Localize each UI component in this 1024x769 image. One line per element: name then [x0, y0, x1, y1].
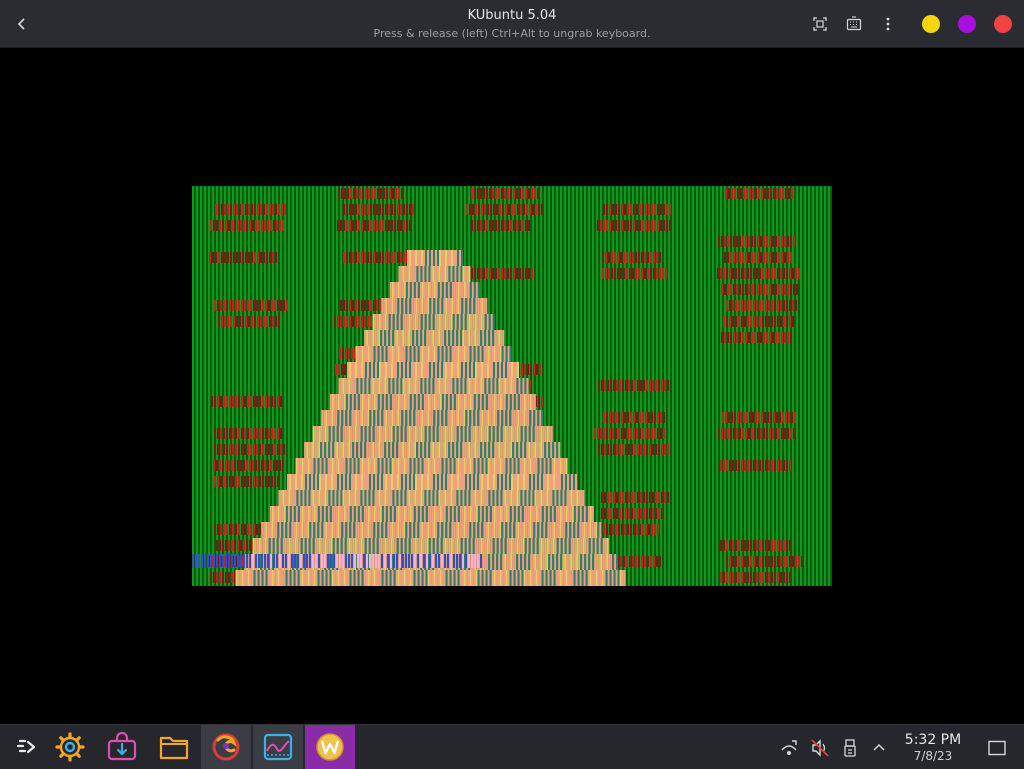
- window-titlebar: KUbuntu 5.04 Press & release (left) Ctrl…: [0, 0, 1024, 48]
- keyboard-icon: [846, 16, 862, 31]
- usb-tray-button[interactable]: [839, 737, 861, 759]
- w-logo-icon: [316, 733, 344, 761]
- show-desktop-icon: [988, 740, 1006, 756]
- keyboard-button[interactable]: [842, 12, 866, 36]
- clock-time: 5:32 PM: [904, 732, 962, 748]
- dolphin-button[interactable]: [149, 725, 199, 769]
- clock-date: 7/8/23: [913, 749, 953, 763]
- discover-button[interactable]: [97, 725, 147, 769]
- usb-icon: [844, 739, 856, 757]
- application-launcher-button[interactable]: [0, 725, 50, 769]
- window-title: KUbuntu 5.04: [467, 8, 557, 23]
- digital-clock[interactable]: 5:32 PM 7/8/23: [898, 732, 968, 763]
- expand-tray-button[interactable]: [868, 737, 890, 759]
- menu-button[interactable]: [876, 12, 900, 36]
- show-desktop-button[interactable]: [986, 737, 1008, 759]
- screenshot-button[interactable]: [808, 12, 832, 36]
- menu-dots-icon: [886, 17, 890, 31]
- muted-volume-icon: [811, 739, 829, 757]
- firefox-button[interactable]: [201, 725, 251, 769]
- back-button[interactable]: [8, 10, 36, 38]
- title-block: KUbuntu 5.04 Press & release (left) Ctrl…: [0, 7, 1024, 42]
- close-button[interactable]: [994, 15, 1012, 33]
- minimize-button[interactable]: [922, 15, 940, 33]
- maximize-button[interactable]: [958, 15, 976, 33]
- firefox-icon: [212, 733, 240, 761]
- chevron-left-icon: [17, 18, 25, 30]
- network-tray-button[interactable]: [778, 737, 800, 759]
- vm-app-button[interactable]: [305, 725, 355, 769]
- screenshot-icon: [813, 17, 827, 31]
- chevron-up-icon: [873, 743, 885, 751]
- gear-icon: [55, 732, 85, 762]
- system-settings-button[interactable]: [45, 725, 95, 769]
- folder-icon: [159, 736, 189, 760]
- window-subtitle: Press & release (left) Ctrl+Alt to ungra…: [373, 27, 651, 40]
- volume-tray-button[interactable]: [809, 737, 831, 759]
- software-center-icon: [107, 731, 137, 761]
- launcher-icon: [16, 739, 36, 754]
- monitor-icon: [263, 733, 293, 761]
- network-icon: [781, 740, 797, 755]
- vm-display[interactable]: [192, 186, 832, 586]
- system-monitor-button[interactable]: [253, 725, 303, 769]
- taskbar: 5:32 PM 7/8/23: [0, 724, 1024, 769]
- vm-framebuffer: [192, 186, 832, 586]
